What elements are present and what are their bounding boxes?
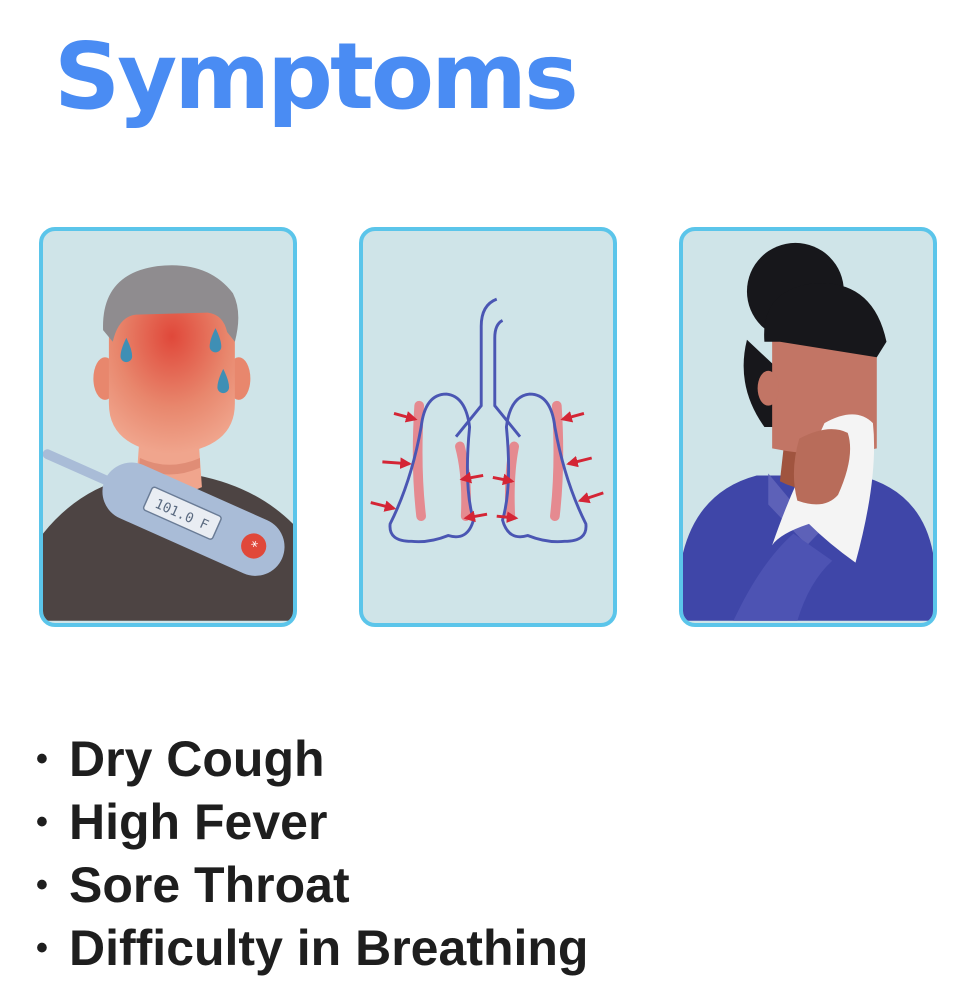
symptom-item-difficulty-breathing: • Difficulty in Breathing [36,916,588,979]
page-title: Symptoms [54,23,579,130]
symptom-label: Sore Throat [69,856,350,913]
man-with-fever-illustration: 101.0 F * [43,265,293,621]
symptom-label: Difficulty in Breathing [69,919,589,976]
woman-coughing-illustration [683,242,933,621]
bullet-point: • [36,865,48,904]
symptom-label: Dry Cough [69,730,325,787]
lungs-illustration-card [359,227,617,627]
symptom-item-dry-cough: • Dry Cough [36,727,588,790]
symptom-item-high-fever: • High Fever [36,790,588,853]
symptom-label: High Fever [69,793,328,850]
symptom-item-sore-throat: • Sore Throat [36,853,588,916]
inflamed-lungs-illustration [370,297,604,544]
fever-illustration-card: 101.0 F * [39,227,297,627]
bullet-point: • [36,928,48,967]
bullet-point: • [36,739,48,778]
bullet-point: • [36,802,48,841]
cough-illustration-card [679,227,937,627]
symptom-list: • Dry Cough • High Fever • Sore Throat •… [36,727,588,979]
